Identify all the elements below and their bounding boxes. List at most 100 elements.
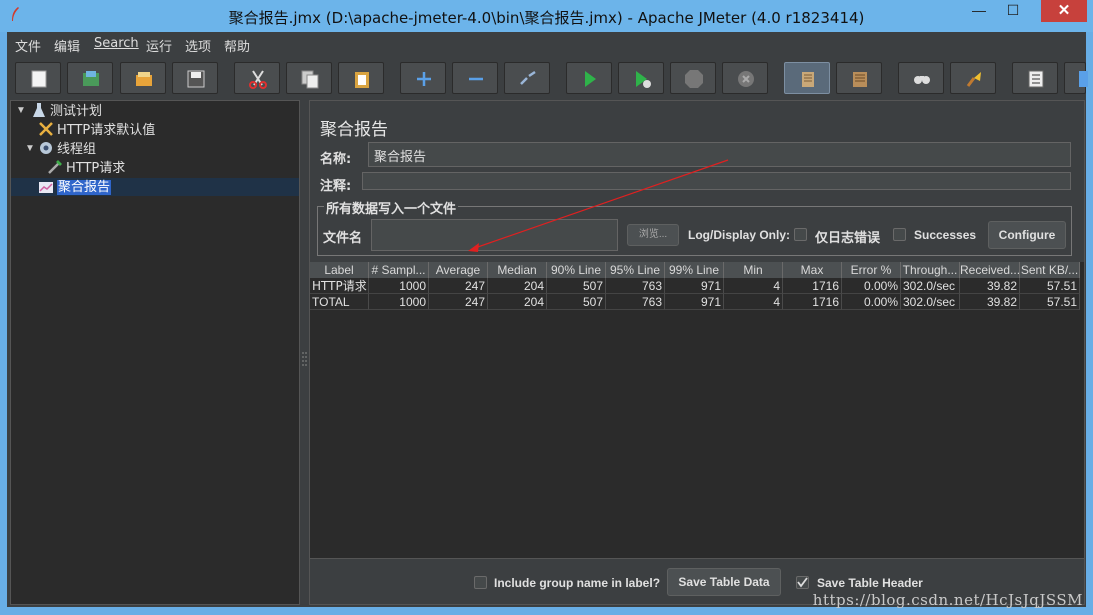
table-cell[interactable]: 0.00% bbox=[842, 278, 901, 294]
table-cell[interactable]: 204 bbox=[488, 278, 547, 294]
configure-button[interactable]: Configure bbox=[988, 221, 1066, 249]
test-plan-tree: ▼ 测试计划 HTTP请求默认值 ▼ 线程组 HTTP请求 聚合报告 bbox=[10, 100, 300, 605]
table-cell[interactable]: 4 bbox=[724, 278, 783, 294]
shutdown-button[interactable] bbox=[722, 62, 768, 94]
table-cell[interactable]: 1000 bbox=[369, 294, 429, 310]
table-cell[interactable]: 507 bbox=[547, 294, 606, 310]
table-cell[interactable]: 57.51 bbox=[1020, 278, 1080, 294]
table-cell[interactable]: TOTAL bbox=[310, 294, 369, 310]
main-window: 文件 编辑 Search 运行 选项 帮助 ▼ 测试计划 HTTP请求默认值 ▼… bbox=[7, 32, 1088, 607]
column-header[interactable]: 90% Line bbox=[547, 262, 606, 278]
open-button[interactable] bbox=[120, 62, 166, 94]
templates-button[interactable] bbox=[67, 62, 113, 94]
table-cell[interactable]: 507 bbox=[547, 278, 606, 294]
tree-expand-arrow[interactable]: ▼ bbox=[16, 105, 26, 116]
menu-options[interactable]: 选项 bbox=[185, 36, 211, 55]
table-cell[interactable]: 247 bbox=[429, 294, 488, 310]
cut-button[interactable] bbox=[234, 62, 280, 94]
tree-item-test-plan[interactable]: 测试计划 bbox=[31, 102, 102, 120]
tree-item-http-request[interactable]: HTTP请求 bbox=[47, 159, 125, 177]
minimize-button[interactable]: — bbox=[965, 0, 993, 22]
comment-field[interactable] bbox=[362, 172, 1071, 190]
copy-button[interactable] bbox=[286, 62, 332, 94]
column-header[interactable]: Sent KB/... bbox=[1020, 262, 1080, 278]
maximize-button[interactable]: ☐ bbox=[999, 0, 1027, 22]
toggle-button[interactable] bbox=[504, 62, 550, 94]
table-cell[interactable]: 302.0/sec bbox=[901, 278, 960, 294]
split-pane-divider[interactable] bbox=[300, 100, 309, 605]
filename-field[interactable] bbox=[371, 219, 618, 251]
menu-file[interactable]: 文件 bbox=[15, 36, 41, 55]
column-header[interactable]: 99% Line bbox=[665, 262, 724, 278]
table-cell[interactable]: 39.82 bbox=[960, 278, 1020, 294]
tree-item-aggregate-report[interactable]: 聚合报告 bbox=[38, 178, 112, 196]
tree-item-http-defaults[interactable]: HTTP请求默认值 bbox=[38, 121, 155, 139]
stop-button[interactable] bbox=[670, 62, 716, 94]
expand-icon bbox=[417, 72, 431, 86]
errors-only-label: 仅日志错误 bbox=[815, 231, 881, 246]
function-helper-button[interactable] bbox=[1012, 62, 1058, 94]
column-header[interactable]: Median bbox=[488, 262, 547, 278]
column-header[interactable]: 95% Line bbox=[606, 262, 665, 278]
table-cell[interactable]: 57.51 bbox=[1020, 294, 1080, 310]
start-no-pauses-button[interactable] bbox=[618, 62, 664, 94]
table-cell[interactable]: HTTP请求 bbox=[310, 278, 369, 294]
menu-run[interactable]: 运行 bbox=[146, 36, 172, 55]
column-header[interactable]: Through... bbox=[901, 262, 960, 278]
table-cell[interactable]: 302.0/sec bbox=[901, 294, 960, 310]
table-cell[interactable]: 1716 bbox=[783, 294, 842, 310]
tree-item-label: 线程组 bbox=[57, 142, 97, 157]
table-cell[interactable]: 763 bbox=[606, 278, 665, 294]
column-header[interactable]: Min bbox=[724, 262, 783, 278]
start-button[interactable] bbox=[566, 62, 612, 94]
expand-all-button[interactable] bbox=[400, 62, 446, 94]
clear-icon bbox=[802, 72, 814, 87]
table-cell[interactable]: 971 bbox=[665, 278, 724, 294]
table-cell[interactable]: 971 bbox=[665, 294, 724, 310]
reset-search-button[interactable] bbox=[950, 62, 996, 94]
column-header[interactable]: Max bbox=[783, 262, 842, 278]
collapse-all-button[interactable] bbox=[452, 62, 498, 94]
column-header[interactable]: Received... bbox=[960, 262, 1020, 278]
errors-only-checkbox[interactable] bbox=[794, 228, 807, 241]
new-button[interactable] bbox=[15, 62, 61, 94]
table-cell[interactable]: 1716 bbox=[783, 278, 842, 294]
successes-checkbox[interactable] bbox=[893, 228, 906, 241]
table-cell[interactable]: 39.82 bbox=[960, 294, 1020, 310]
save-table-data-button[interactable]: Save Table Data bbox=[667, 568, 781, 596]
menu-help[interactable]: 帮助 bbox=[224, 36, 250, 55]
menu-search[interactable]: Search bbox=[94, 36, 139, 51]
column-header[interactable]: Label bbox=[310, 262, 369, 278]
tree-item-thread-group[interactable]: 线程组 bbox=[38, 140, 96, 158]
table-cell[interactable]: 4 bbox=[724, 294, 783, 310]
name-field[interactable]: 聚合报告 bbox=[368, 142, 1071, 167]
search-button[interactable] bbox=[898, 62, 944, 94]
test-plan-icon bbox=[33, 103, 45, 117]
search-icon bbox=[914, 76, 930, 84]
include-group-checkbox[interactable] bbox=[474, 576, 487, 589]
paste-button[interactable] bbox=[338, 62, 384, 94]
close-button[interactable]: ✕ bbox=[1041, 0, 1087, 22]
clear-all-button[interactable] bbox=[836, 62, 882, 94]
save-button[interactable] bbox=[172, 62, 218, 94]
window-titlebar: 聚合报告.jmx (D:\apache-jmeter-4.0\bin\聚合报告.… bbox=[0, 0, 1093, 32]
table-cell[interactable]: 204 bbox=[488, 294, 547, 310]
browse-button[interactable]: 浏览... bbox=[627, 224, 679, 246]
tree-expand-arrow[interactable]: ▼ bbox=[25, 143, 35, 154]
column-header[interactable]: Error % bbox=[842, 262, 901, 278]
table-cell[interactable]: 763 bbox=[606, 294, 665, 310]
menu-edit[interactable]: 编辑 bbox=[54, 36, 80, 55]
copy-icon bbox=[301, 70, 319, 89]
panel-title: 聚合报告 bbox=[320, 120, 388, 140]
paste-icon bbox=[355, 72, 369, 88]
log-display-label: Log/Display Only: bbox=[688, 228, 791, 242]
table-cell[interactable]: 1000 bbox=[369, 278, 429, 294]
table-cell[interactable]: 247 bbox=[429, 278, 488, 294]
help-button[interactable] bbox=[1064, 62, 1088, 94]
save-table-header-checkbox[interactable] bbox=[796, 576, 809, 589]
column-header[interactable]: Average bbox=[429, 262, 488, 278]
clear-button[interactable] bbox=[784, 62, 830, 94]
column-header[interactable]: # Sampl... bbox=[369, 262, 429, 278]
table-cell[interactable]: 0.00% bbox=[842, 294, 901, 310]
menu-bar: 文件 编辑 Search 运行 选项 帮助 bbox=[7, 32, 1086, 55]
